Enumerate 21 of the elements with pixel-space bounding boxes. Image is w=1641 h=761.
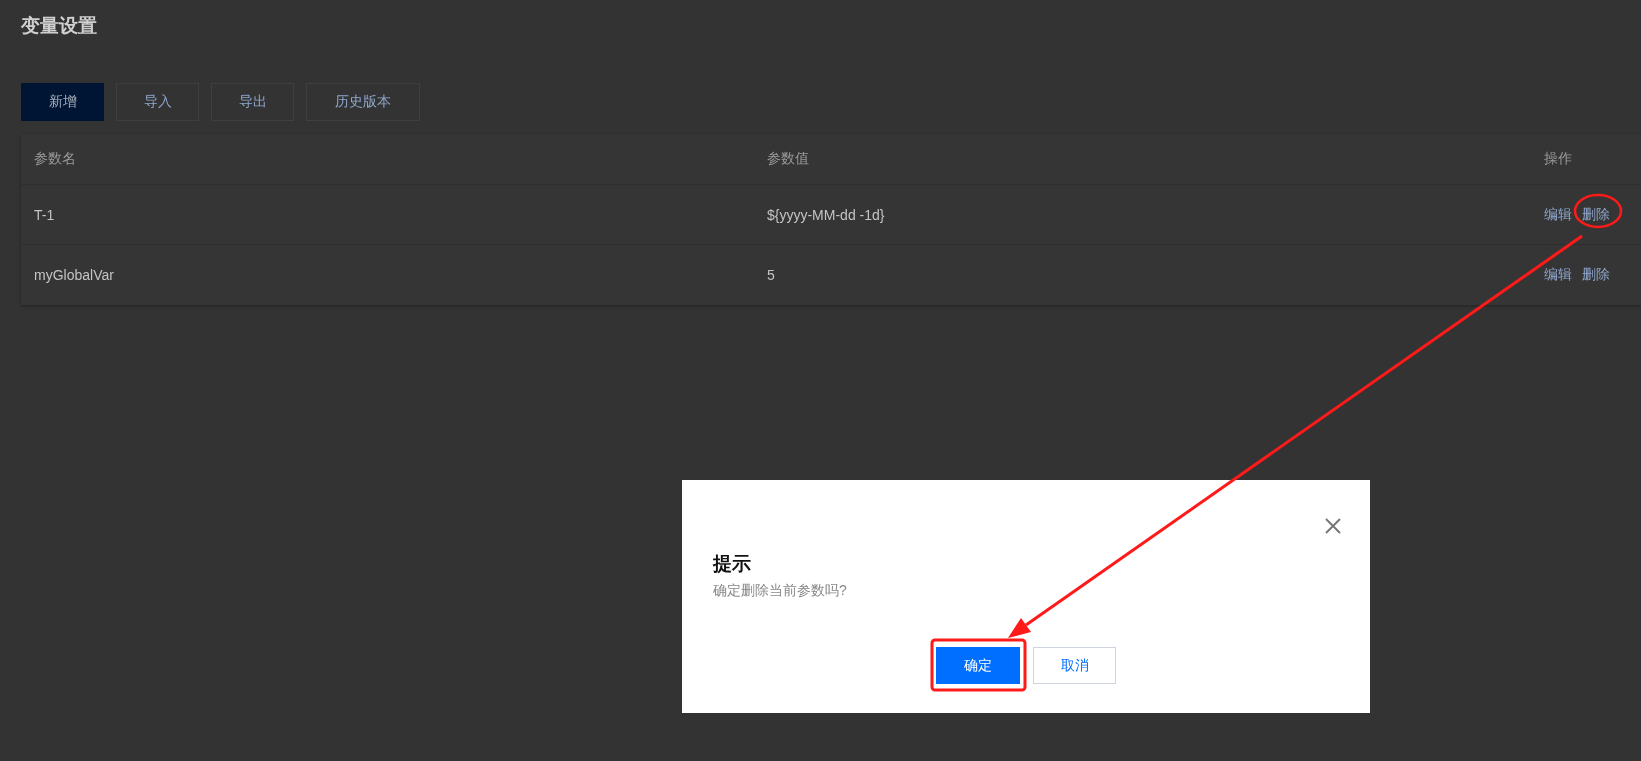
column-header: 操作 [1543,150,1573,168]
table-cell-text: myGlobalVar [33,266,115,283]
close-icon [1323,516,1343,536]
page-title: 变量设置 [21,14,98,38]
action-link[interactable]: 删除 [1582,265,1610,284]
action-link[interactable]: 编辑 [1544,265,1572,284]
toolbar-button[interactable]: 导入 [116,83,199,121]
toolbar-button[interactable]: 导出 [211,83,294,121]
column-header: 参数名 [33,150,77,168]
toolbar-button[interactable]: 新增 [21,83,104,121]
close-button[interactable] [1323,516,1343,536]
table-cell-text: ${yyyy-MM-dd -1d} [766,206,886,223]
dialog-button[interactable]: 取消 [1033,647,1116,684]
column-header: 参数值 [766,150,810,168]
toolbar-button[interactable]: 历史版本 [306,83,420,121]
action-link[interactable]: 编辑 [1544,205,1572,224]
dialog-title: 提示 [713,552,752,576]
table-cell-text: T-1 [33,206,56,223]
dialog-button[interactable]: 确定 [936,647,1020,684]
table-cell-text: 5 [766,266,776,283]
dialog-message: 确定删除当前参数吗? [713,582,848,600]
